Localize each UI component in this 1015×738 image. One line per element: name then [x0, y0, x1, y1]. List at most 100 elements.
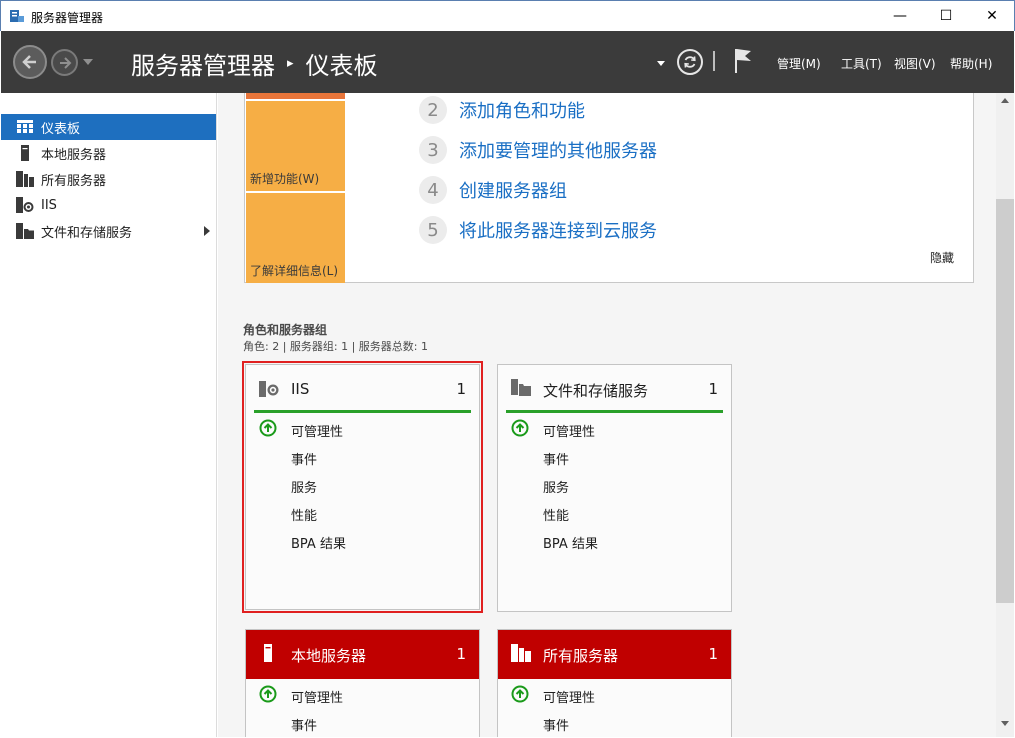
step-create-group[interactable]: 4 创建服务器组	[419, 176, 567, 204]
step-link[interactable]: 创建服务器组	[459, 177, 567, 203]
forward-button[interactable]	[51, 49, 78, 76]
step-link[interactable]: 添加要管理的其他服务器	[459, 137, 657, 163]
tile-row-events[interactable]: 事件	[543, 715, 569, 734]
sidebar-item-all-servers[interactable]: 所有服务器	[1, 166, 216, 192]
quick-start-strip	[246, 93, 345, 99]
minimize-button[interactable]: —	[877, 1, 923, 31]
tile-header[interactable]: 本地服务器 1	[246, 630, 479, 679]
maximize-button[interactable]: ☐	[923, 1, 969, 31]
iis-icon	[15, 197, 35, 213]
arrow-right-icon	[59, 56, 71, 69]
history-dropdown-icon[interactable]	[83, 59, 93, 65]
sidebar-item-label: 文件和存储服务	[41, 225, 133, 241]
scroll-thumb[interactable]	[996, 199, 1014, 603]
tile-row-performance[interactable]: 性能	[543, 505, 569, 524]
status-line	[506, 410, 723, 413]
menu-view[interactable]: 视图(V)	[894, 55, 936, 72]
notification-flag-icon[interactable]	[733, 48, 753, 74]
folder-storage-icon	[511, 379, 531, 396]
status-ok-icon	[511, 685, 529, 703]
status-ok-icon	[259, 419, 277, 437]
roles-section-title: 角色和服务器组	[243, 323, 328, 337]
breadcrumb-root[interactable]: 服务器管理器	[131, 46, 275, 81]
tile-header[interactable]: 所有服务器 1	[498, 630, 731, 679]
refresh-button[interactable]	[677, 49, 703, 75]
sidebar-item-label: 本地服务器	[41, 147, 107, 163]
tile-row-manageability[interactable]: 可管理性	[291, 421, 343, 440]
menu-tools[interactable]: 工具(T)	[841, 55, 882, 72]
tile-row-events[interactable]: 事件	[543, 449, 569, 468]
sidebar-item-file-storage[interactable]: 文件和存储服务	[1, 218, 216, 244]
dashboard-icon	[15, 119, 35, 135]
left-navigation: 仪表板 本地服务器 所有服务器 IIS 文件和存储服务	[1, 93, 217, 737]
breadcrumb-current: 仪表板	[305, 51, 378, 80]
refresh-icon	[684, 56, 696, 68]
servers-icon	[15, 171, 35, 187]
close-button[interactable]: ✕	[969, 1, 1015, 31]
header-dropdown-icon[interactable]	[657, 61, 665, 66]
tile-row-events[interactable]: 事件	[291, 715, 317, 734]
tile-row-manageability[interactable]: 可管理性	[291, 687, 343, 706]
tile-header[interactable]: IIS 1	[246, 365, 479, 411]
role-tile-file-storage[interactable]: 文件和存储服务 1 可管理性 事件 服务 性能 BPA 结果	[497, 364, 732, 612]
tile-row-services[interactable]: 服务	[543, 477, 569, 496]
tile-header[interactable]: 文件和存储服务 1	[498, 365, 731, 411]
status-ok-icon	[259, 685, 277, 703]
step-link[interactable]: 将此服务器连接到云服务	[459, 217, 657, 243]
sidebar-item-label: 仪表板	[41, 121, 81, 137]
menu-help[interactable]: 帮助(H)	[950, 55, 992, 72]
tile-name: 所有服务器	[543, 647, 619, 665]
step-link[interactable]: 添加角色和功能	[459, 97, 585, 123]
vertical-scrollbar[interactable]	[996, 93, 1014, 737]
sidebar-item-local-server[interactable]: 本地服务器	[1, 140, 216, 166]
tile-count: 1	[708, 645, 718, 663]
learn-more-label: 了解详细信息(L)	[250, 264, 339, 278]
window-titlebar: 服务器管理器 — ☐ ✕	[0, 0, 1015, 31]
scroll-down-icon[interactable]	[1001, 721, 1009, 726]
step-add-roles[interactable]: 2 添加角色和功能	[419, 96, 585, 124]
scroll-up-icon[interactable]	[1001, 98, 1009, 103]
status-line	[254, 410, 471, 413]
welcome-panel: 新增功能(W) 了解详细信息(L) 2 添加角色和功能 3 添加要管理的其他服务…	[244, 93, 974, 283]
status-ok-icon	[511, 419, 529, 437]
step-number: 3	[419, 136, 447, 164]
role-tile-iis[interactable]: IIS 1 可管理性 事件 服务 性能 BPA 结果	[242, 361, 483, 613]
whats-new-label: 新增功能(W)	[250, 172, 320, 186]
hide-welcome-link[interactable]: 隐藏	[930, 249, 954, 266]
sidebar-item-iis[interactable]: IIS	[1, 192, 216, 218]
server-icon	[15, 145, 35, 161]
step-number: 2	[419, 96, 447, 124]
menu-manage[interactable]: 管理(M)	[777, 55, 821, 72]
tile-row-manageability[interactable]: 可管理性	[543, 421, 595, 440]
step-add-servers[interactable]: 3 添加要管理的其他服务器	[419, 136, 657, 164]
role-tile-local-server[interactable]: 本地服务器 1 可管理性 事件	[245, 629, 480, 737]
tile-count: 1	[708, 380, 718, 398]
step-connect-cloud[interactable]: 5 将此服务器连接到云服务	[419, 216, 657, 244]
expand-arrow-icon[interactable]	[204, 226, 210, 236]
role-tile-all-servers[interactable]: 所有服务器 1 可管理性 事件	[497, 629, 732, 737]
whats-new-tile[interactable]: 新增功能(W)	[246, 101, 345, 191]
servers-icon	[511, 644, 531, 662]
tile-row-manageability[interactable]: 可管理性	[543, 687, 595, 706]
tile-name: 文件和存储服务	[543, 382, 649, 400]
tile-row-performance[interactable]: 性能	[291, 505, 317, 524]
tile-row-bpa[interactable]: BPA 结果	[543, 533, 598, 552]
roles-section-summary: 角色: 2 | 服务器组: 1 | 服务器总数: 1	[243, 340, 429, 353]
tile-count: 1	[456, 645, 466, 663]
tile-row-events[interactable]: 事件	[291, 449, 317, 468]
header-divider	[713, 51, 715, 71]
sidebar-item-dashboard[interactable]: 仪表板	[1, 114, 216, 140]
header-bar: 服务器管理器 ▸ 仪表板 管理(M) 工具(T) 视图(V) 帮助(H)	[1, 31, 1014, 93]
tile-row-bpa[interactable]: BPA 结果	[291, 533, 346, 552]
iis-icon	[259, 381, 279, 397]
dashboard-content: 新增功能(W) 了解详细信息(L) 2 添加角色和功能 3 添加要管理的其他服务…	[218, 93, 996, 737]
sidebar-item-label: IIS	[41, 197, 57, 213]
back-button[interactable]	[13, 45, 47, 79]
learn-more-tile[interactable]: 了解详细信息(L)	[246, 193, 345, 283]
breadcrumb: 服务器管理器 ▸ 仪表板	[131, 46, 378, 81]
folder-storage-icon	[15, 223, 35, 239]
tile-name: 本地服务器	[291, 647, 367, 665]
tile-row-services[interactable]: 服务	[291, 477, 317, 496]
breadcrumb-separator: ▸	[287, 55, 294, 71]
sidebar-item-label: 所有服务器	[41, 173, 107, 189]
